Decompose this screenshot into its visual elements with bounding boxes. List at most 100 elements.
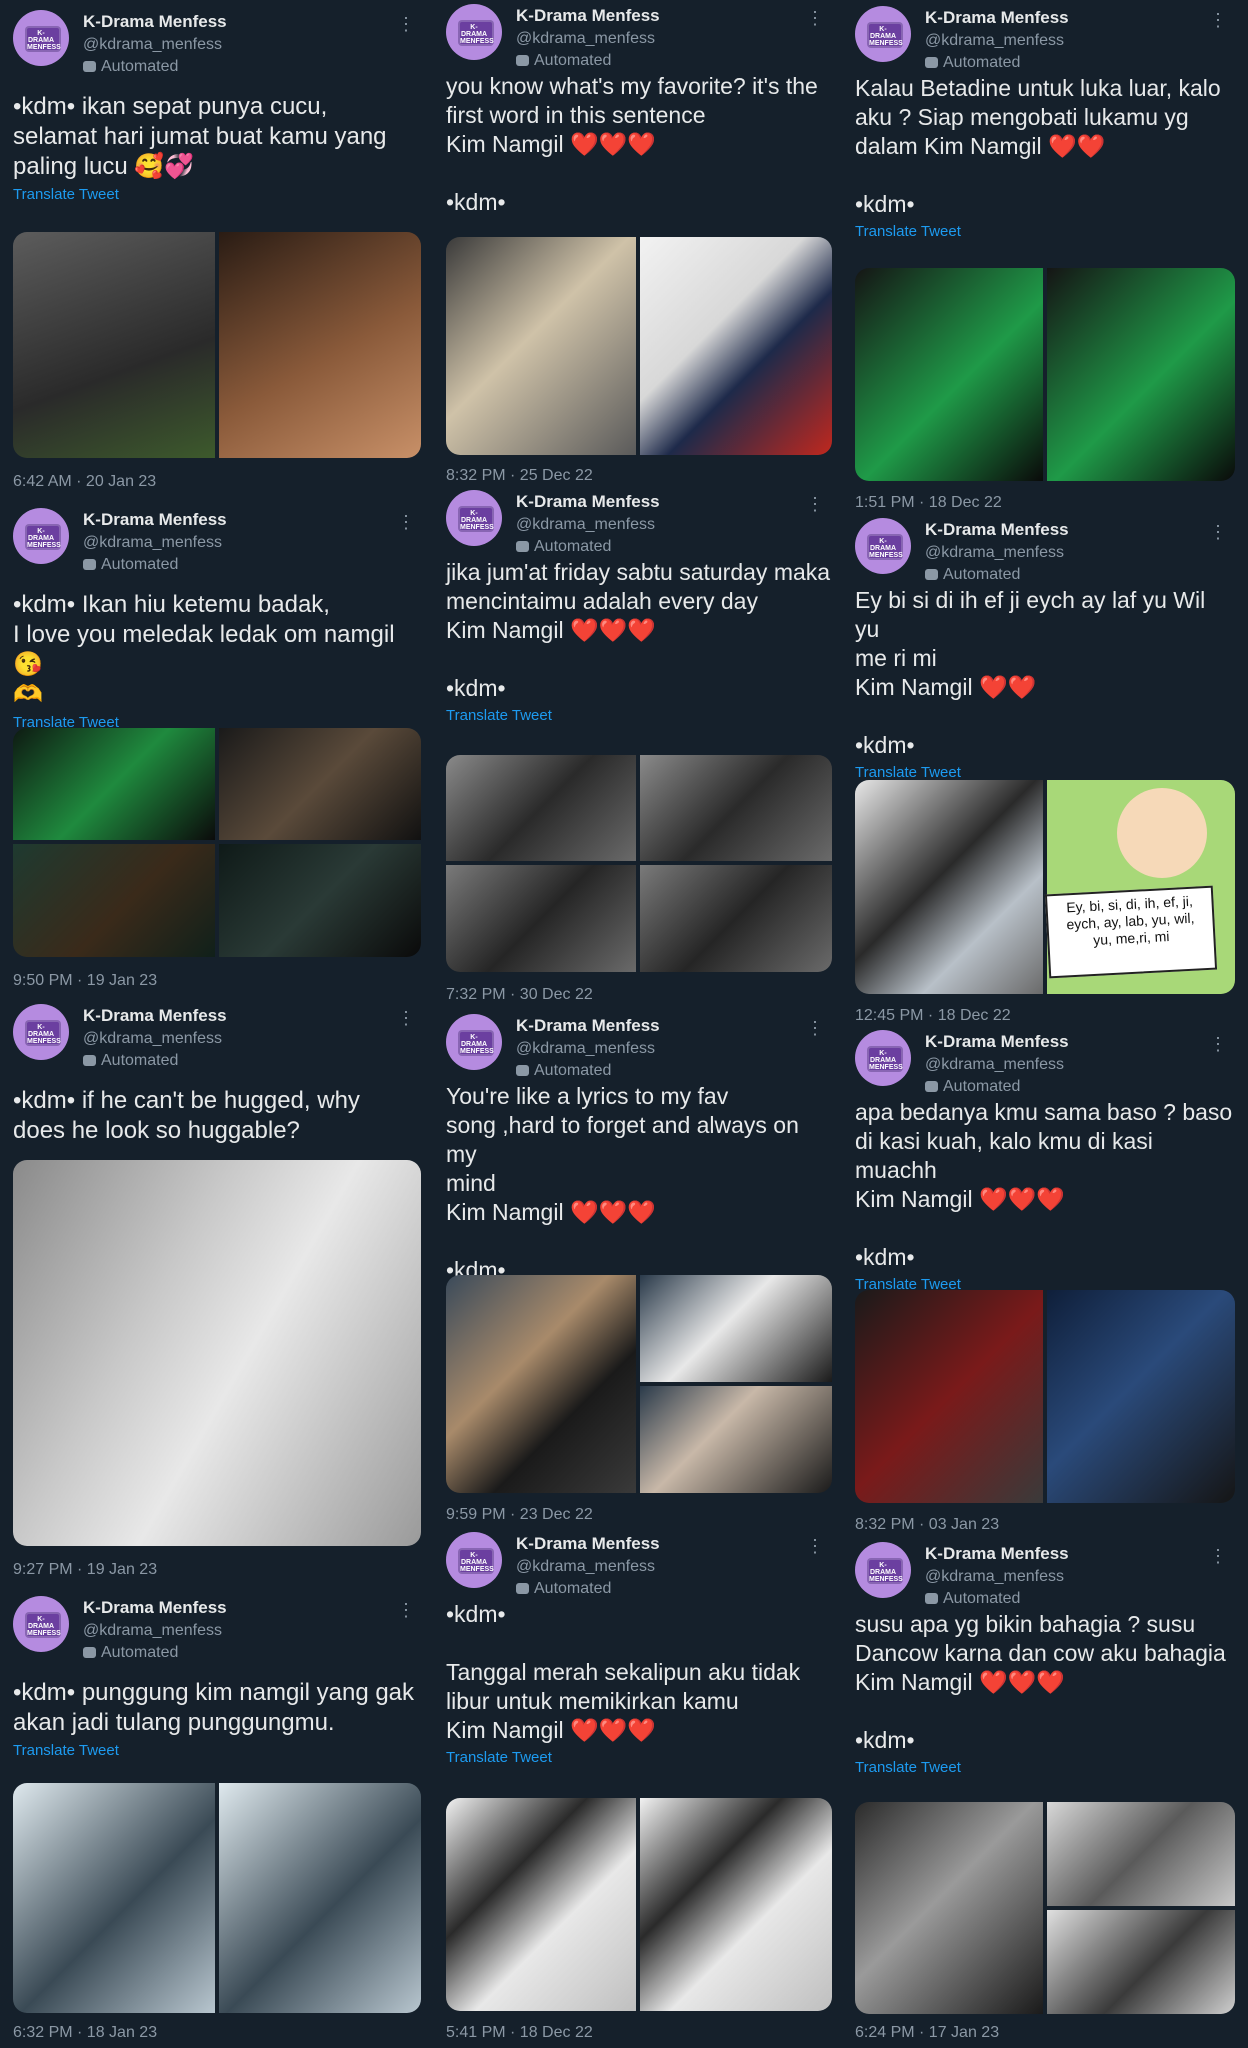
username[interactable]: @kdrama_menfess bbox=[925, 1568, 1064, 1586]
photo[interactable] bbox=[13, 1160, 421, 1546]
more-options-icon[interactable]: ⋮ bbox=[1209, 10, 1227, 31]
photo[interactable] bbox=[1047, 268, 1235, 481]
more-options-icon[interactable]: ⋮ bbox=[1209, 522, 1227, 543]
more-options-icon[interactable]: ⋮ bbox=[397, 512, 415, 533]
tweet[interactable]: K-DRAMA MENFESS K-Drama Menfess @kdrama_… bbox=[446, 1532, 832, 1766]
more-options-icon[interactable]: ⋮ bbox=[1209, 1546, 1227, 1567]
avatar[interactable]: K-DRAMA MENFESS bbox=[13, 10, 69, 66]
avatar[interactable]: K-DRAMA MENFESS bbox=[446, 4, 502, 60]
timestamp[interactable]: 5:41 PM · 18 Dec 22 bbox=[446, 2024, 593, 2042]
more-options-icon[interactable]: ⋮ bbox=[806, 8, 824, 29]
tweet[interactable]: K-DRAMA MENFESS K-Drama Menfess @kdrama_… bbox=[446, 4, 832, 217]
username[interactable]: @kdrama_menfess bbox=[516, 30, 655, 48]
avatar[interactable]: K-DRAMA MENFESS bbox=[13, 508, 69, 564]
photo[interactable] bbox=[855, 1802, 1043, 2014]
display-name[interactable]: K-Drama Menfess bbox=[516, 1016, 660, 1036]
display-name[interactable]: K-Drama Menfess bbox=[83, 12, 227, 32]
display-name[interactable]: K-Drama Menfess bbox=[516, 492, 660, 512]
photo[interactable] bbox=[640, 865, 832, 972]
username[interactable]: @kdrama_menfess bbox=[516, 516, 655, 534]
more-options-icon[interactable]: ⋮ bbox=[397, 14, 415, 35]
photo[interactable] bbox=[219, 232, 421, 458]
photo[interactable] bbox=[1047, 1910, 1235, 2014]
timestamp[interactable]: 8:32 PM · 25 Dec 22 bbox=[446, 467, 593, 485]
tweet[interactable]: K-DRAMA MENFESS K-Drama Menfess @kdrama_… bbox=[13, 10, 423, 203]
tweet[interactable]: K-DRAMA MENFESS K-Drama Menfess @kdrama_… bbox=[13, 508, 423, 731]
photo[interactable] bbox=[13, 844, 215, 957]
display-name[interactable]: K-Drama Menfess bbox=[925, 1032, 1069, 1052]
username[interactable]: @kdrama_menfess bbox=[516, 1558, 655, 1576]
username[interactable]: @kdrama_menfess bbox=[83, 534, 222, 552]
translate-tweet-link[interactable]: Translate Tweet bbox=[13, 186, 423, 203]
display-name[interactable]: K-Drama Menfess bbox=[83, 1598, 227, 1618]
tweet-media[interactable] bbox=[855, 1290, 1235, 1503]
avatar[interactable]: K-DRAMA MENFESS bbox=[446, 1532, 502, 1588]
tweet-media[interactable] bbox=[13, 728, 421, 957]
photo[interactable] bbox=[446, 865, 636, 972]
photo[interactable] bbox=[1047, 1802, 1235, 1906]
tweet-media[interactable] bbox=[446, 1275, 832, 1493]
display-name[interactable]: K-Drama Menfess bbox=[516, 1534, 660, 1554]
avatar[interactable]: K-DRAMA MENFESS bbox=[855, 1542, 911, 1598]
more-options-icon[interactable]: ⋮ bbox=[806, 1018, 824, 1039]
photo[interactable] bbox=[446, 755, 636, 861]
translate-tweet-link[interactable]: Translate Tweet bbox=[855, 223, 1235, 240]
translate-tweet-link[interactable]: Translate Tweet bbox=[13, 1742, 423, 1759]
photo[interactable] bbox=[1047, 1290, 1235, 1503]
timestamp[interactable]: 8:32 PM · 03 Jan 23 bbox=[855, 1516, 999, 1534]
avatar[interactable]: K-DRAMA MENFESS bbox=[855, 518, 911, 574]
photo[interactable] bbox=[219, 844, 421, 957]
tweet-media[interactable] bbox=[446, 1798, 832, 2011]
display-name[interactable]: K-Drama Menfess bbox=[925, 1544, 1069, 1564]
comic-image[interactable]: Ey, bi, si, di, ih, ef, ji, eych, ay, la… bbox=[1044, 780, 1235, 994]
username[interactable]: @kdrama_menfess bbox=[925, 1056, 1064, 1074]
avatar[interactable]: K-DRAMA MENFESS bbox=[446, 1014, 502, 1070]
more-options-icon[interactable]: ⋮ bbox=[1209, 1034, 1227, 1055]
photo[interactable] bbox=[13, 232, 215, 458]
photo[interactable] bbox=[446, 1798, 636, 2011]
photo[interactable] bbox=[219, 1783, 421, 2013]
avatar[interactable]: K-DRAMA MENFESS bbox=[13, 1596, 69, 1652]
translate-tweet-link[interactable]: Translate Tweet bbox=[446, 1749, 832, 1766]
avatar[interactable]: K-DRAMA MENFESS bbox=[855, 1030, 911, 1086]
username[interactable]: @kdrama_menfess bbox=[83, 1030, 222, 1048]
more-options-icon[interactable]: ⋮ bbox=[397, 1600, 415, 1621]
tweet[interactable]: K-DRAMA MENFESS K-Drama Menfess @kdrama_… bbox=[13, 1596, 423, 1759]
username[interactable]: @kdrama_menfess bbox=[925, 32, 1064, 50]
photo[interactable] bbox=[640, 1275, 832, 1382]
display-name[interactable]: K-Drama Menfess bbox=[83, 1006, 227, 1026]
tweet[interactable]: K-DRAMA MENFESS K-Drama Menfess @kdrama_… bbox=[446, 1014, 832, 1285]
tweet-media[interactable] bbox=[855, 1802, 1235, 2014]
tweet[interactable]: K-DRAMA MENFESS K-Drama Menfess @kdrama_… bbox=[855, 518, 1235, 781]
tweet[interactable]: K-DRAMA MENFESS K-Drama Menfess @kdrama_… bbox=[855, 6, 1235, 240]
photo[interactable] bbox=[13, 728, 215, 840]
username[interactable]: @kdrama_menfess bbox=[83, 36, 222, 54]
tweet-media[interactable] bbox=[13, 1783, 421, 2013]
more-options-icon[interactable]: ⋮ bbox=[397, 1008, 415, 1029]
timestamp[interactable]: 9:59 PM · 23 Dec 22 bbox=[446, 1506, 593, 1524]
username[interactable]: @kdrama_menfess bbox=[516, 1040, 655, 1058]
username[interactable]: @kdrama_menfess bbox=[83, 1622, 222, 1640]
timestamp[interactable]: 7:32 PM · 30 Dec 22 bbox=[446, 986, 593, 1004]
photo[interactable] bbox=[446, 237, 636, 455]
tweet-media[interactable] bbox=[13, 232, 421, 458]
photo[interactable] bbox=[855, 268, 1043, 481]
more-options-icon[interactable]: ⋮ bbox=[806, 1536, 824, 1557]
more-options-icon[interactable]: ⋮ bbox=[806, 494, 824, 515]
photo[interactable] bbox=[13, 1783, 215, 2013]
tweet[interactable]: K-DRAMA MENFESS K-Drama Menfess @kdrama_… bbox=[446, 490, 832, 724]
tweet[interactable]: K-DRAMA MENFESS K-Drama Menfess @kdrama_… bbox=[855, 1542, 1235, 1776]
translate-tweet-link[interactable]: Translate Tweet bbox=[446, 707, 832, 724]
tweet-media[interactable] bbox=[446, 755, 832, 972]
photo[interactable] bbox=[640, 1798, 832, 2011]
username[interactable]: @kdrama_menfess bbox=[925, 544, 1064, 562]
photo[interactable] bbox=[446, 1275, 636, 1493]
timestamp[interactable]: 6:42 AM · 20 Jan 23 bbox=[13, 473, 156, 491]
timestamp[interactable]: 6:24 PM · 17 Jan 23 bbox=[855, 2024, 999, 2042]
photo[interactable] bbox=[219, 728, 421, 840]
translate-tweet-link[interactable]: Translate Tweet bbox=[855, 1759, 1235, 1776]
tweet-media[interactable] bbox=[13, 1160, 421, 1546]
tweet-media[interactable]: Ey, bi, si, di, ih, ef, ji, eych, ay, la… bbox=[855, 780, 1235, 994]
display-name[interactable]: K-Drama Menfess bbox=[925, 8, 1069, 28]
display-name[interactable]: K-Drama Menfess bbox=[83, 510, 227, 530]
